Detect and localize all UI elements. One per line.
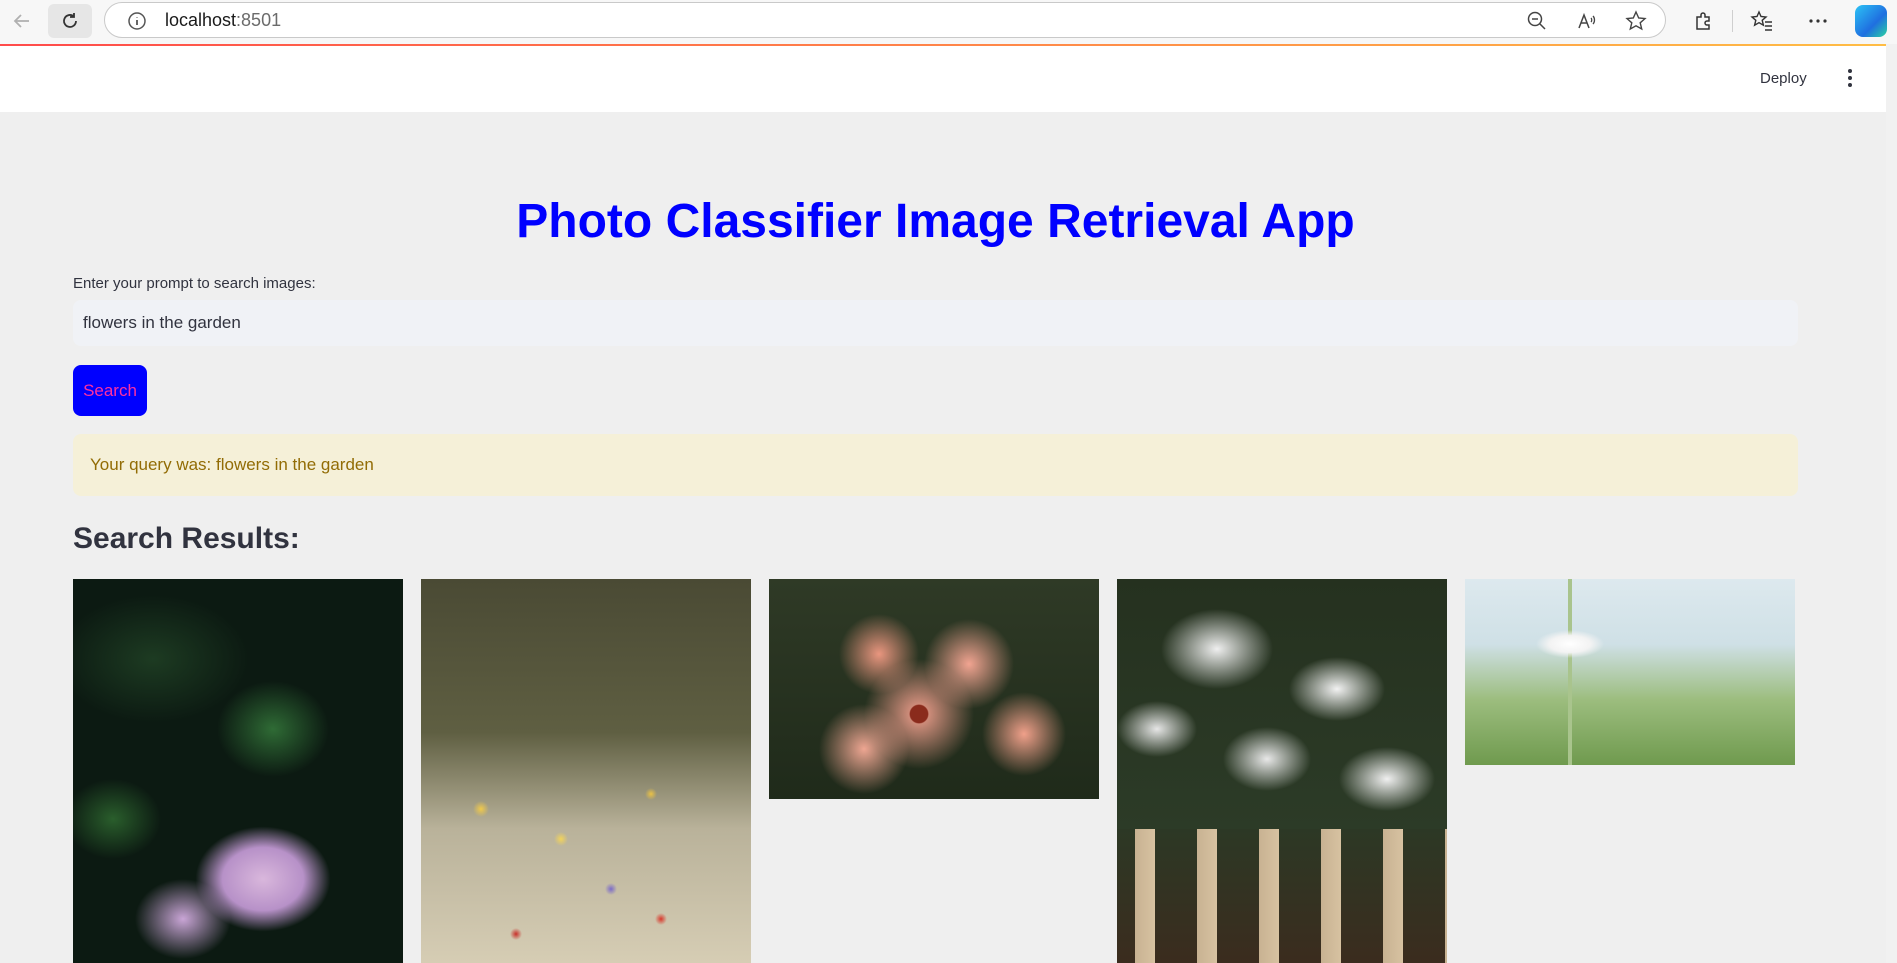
- browser-toolbar: localhost:8501: [0, 0, 1897, 44]
- header-decoration: [0, 44, 1886, 46]
- page-title: Photo Classifier Image Retrieval App: [516, 195, 1355, 248]
- site-info-icon[interactable]: [123, 7, 151, 35]
- results-heading: Search Results:: [73, 522, 300, 555]
- deploy-button[interactable]: Deploy: [1760, 70, 1807, 87]
- copilot-icon[interactable]: [1855, 5, 1887, 37]
- search-input[interactable]: [73, 300, 1798, 346]
- prompt-label: Enter your prompt to search images:: [73, 275, 316, 292]
- address-bar[interactable]: localhost:8501: [104, 2, 1666, 38]
- result-image-daisy-in-grass[interactable]: [1465, 579, 1795, 765]
- search-button[interactable]: Search: [73, 365, 147, 416]
- toolbar-divider: [1732, 10, 1733, 32]
- back-arrow-icon: [13, 14, 29, 28]
- query-info-alert: Your query was: flowers in the garden: [73, 434, 1798, 496]
- url-text: localhost:8501: [165, 9, 282, 30]
- result-image-hydrangea[interactable]: [73, 579, 403, 963]
- read-aloud-icon[interactable]: [1573, 7, 1601, 35]
- zoom-out-icon[interactable]: [1523, 7, 1551, 35]
- favorites-icon[interactable]: [1746, 5, 1778, 37]
- favorite-star-icon[interactable]: [1622, 7, 1650, 35]
- extensions-icon[interactable]: [1687, 5, 1719, 37]
- main-menu-button[interactable]: [1836, 64, 1864, 92]
- result-image-white-flowers-balustrade[interactable]: [1117, 579, 1447, 963]
- kebab-menu-icon: [1848, 69, 1852, 87]
- reload-icon: [63, 13, 77, 28]
- more-options-icon[interactable]: [1802, 5, 1834, 37]
- result-image-coneflowers[interactable]: [769, 579, 1099, 799]
- reload-button[interactable]: [48, 4, 92, 38]
- app-header: Deploy: [0, 44, 1886, 112]
- back-button[interactable]: [0, 4, 44, 38]
- page-scrollbar[interactable]: [1886, 44, 1897, 963]
- result-image-wildflower-meadow[interactable]: [421, 579, 751, 963]
